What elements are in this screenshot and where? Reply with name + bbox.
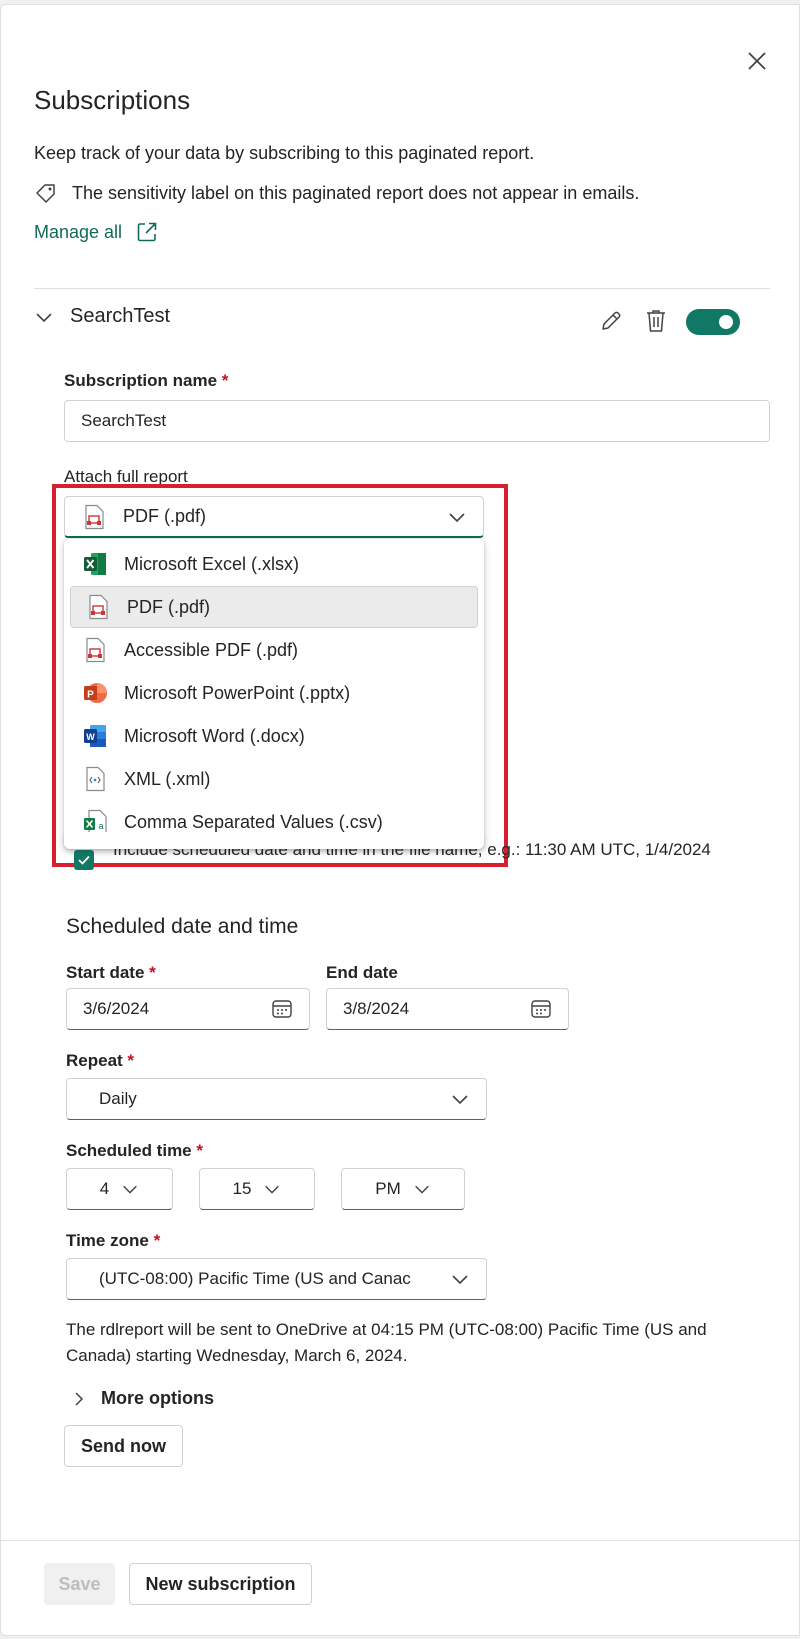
- start-date-value: 3/6/2024: [83, 999, 150, 1018]
- close-icon: [748, 52, 766, 70]
- divider: [34, 288, 770, 289]
- pencil-icon: [602, 311, 621, 330]
- include-datetime-checkbox[interactable]: [74, 850, 94, 870]
- calendar-icon[interactable]: [530, 998, 552, 1020]
- ampm-dropdown[interactable]: PM: [341, 1168, 465, 1210]
- chevron-down-icon: [452, 1275, 468, 1285]
- send-now-button[interactable]: Send now: [64, 1425, 183, 1467]
- start-date-label: Start date *: [66, 963, 156, 982]
- more-options-toggle[interactable]: More options: [71, 1388, 214, 1409]
- end-date-input[interactable]: 3/8/2024: [326, 988, 569, 1030]
- hour-dropdown[interactable]: 4: [66, 1168, 173, 1210]
- repeat-label: Repeat *: [66, 1051, 135, 1070]
- schedule-summary: The rdlreport will be sent to OneDrive a…: [66, 1320, 707, 1365]
- minute-dropdown[interactable]: 15: [199, 1168, 315, 1210]
- manage-all-label: Manage all: [34, 221, 123, 242]
- tag-icon: [36, 184, 55, 203]
- subscription-header-name: SearchTest: [70, 305, 171, 327]
- chevron-down-icon: [414, 1185, 429, 1194]
- subscription-name-label: Subscription name *: [64, 371, 229, 390]
- save-button[interactable]: Save: [44, 1563, 115, 1605]
- start-date-input[interactable]: 3/6/2024: [66, 988, 310, 1030]
- sensitivity-note: The sensitivity label on this paginated …: [34, 181, 639, 205]
- listbox-bottom-edge: [64, 832, 484, 849]
- panel-title: Subscriptions: [34, 85, 191, 115]
- more-options-label: More options: [101, 1388, 214, 1408]
- subscription-name-value: SearchTest: [81, 411, 167, 430]
- time-zone-label: Time zone *: [66, 1231, 161, 1250]
- end-date-value: 3/8/2024: [343, 999, 410, 1018]
- manage-all-link[interactable]: Manage all: [34, 221, 158, 243]
- subscription-toggle[interactable]: [686, 309, 740, 335]
- highlight-box: [52, 484, 508, 867]
- footer-divider: [1, 1540, 800, 1541]
- open-external-icon: [137, 222, 157, 242]
- repeat-value: Daily: [99, 1089, 137, 1108]
- time-zone-value: (UTC-08:00) Pacific Time (US and Canac: [99, 1269, 411, 1288]
- end-date-label: End date: [326, 963, 398, 982]
- subscriptions-panel: Subscriptions Keep track of your data by…: [0, 4, 800, 1636]
- edit-button[interactable]: [599, 309, 623, 338]
- chevron-down-icon[interactable]: [34, 307, 54, 327]
- scheduled-time-label: Scheduled time *: [66, 1141, 203, 1160]
- ampm-value: PM: [375, 1179, 401, 1198]
- new-subscription-button[interactable]: New subscription: [129, 1563, 312, 1605]
- panel-description: Keep track of your data by subscribing t…: [34, 143, 535, 163]
- close-button[interactable]: [741, 45, 773, 77]
- chevron-down-icon: [452, 1095, 468, 1105]
- calendar-icon[interactable]: [271, 998, 293, 1020]
- schedule-title: Scheduled date and time: [66, 915, 299, 938]
- hour-value: 4: [99, 1179, 110, 1198]
- delete-button[interactable]: [644, 308, 668, 339]
- chevron-down-icon: [123, 1185, 138, 1194]
- chevron-right-icon: [75, 1391, 84, 1406]
- trash-icon: [647, 310, 665, 332]
- repeat-dropdown[interactable]: Daily: [66, 1078, 487, 1120]
- subscription-header[interactable]: SearchTest: [34, 305, 170, 328]
- sensitivity-note-text: The sensitivity label on this paginated …: [72, 182, 640, 203]
- time-zone-dropdown[interactable]: (UTC-08:00) Pacific Time (US and Canac: [66, 1258, 487, 1300]
- minute-value: 15: [232, 1179, 252, 1198]
- chevron-down-icon: [265, 1185, 280, 1194]
- subscription-name-input[interactable]: SearchTest: [64, 400, 770, 442]
- checkmark-icon: [78, 855, 90, 865]
